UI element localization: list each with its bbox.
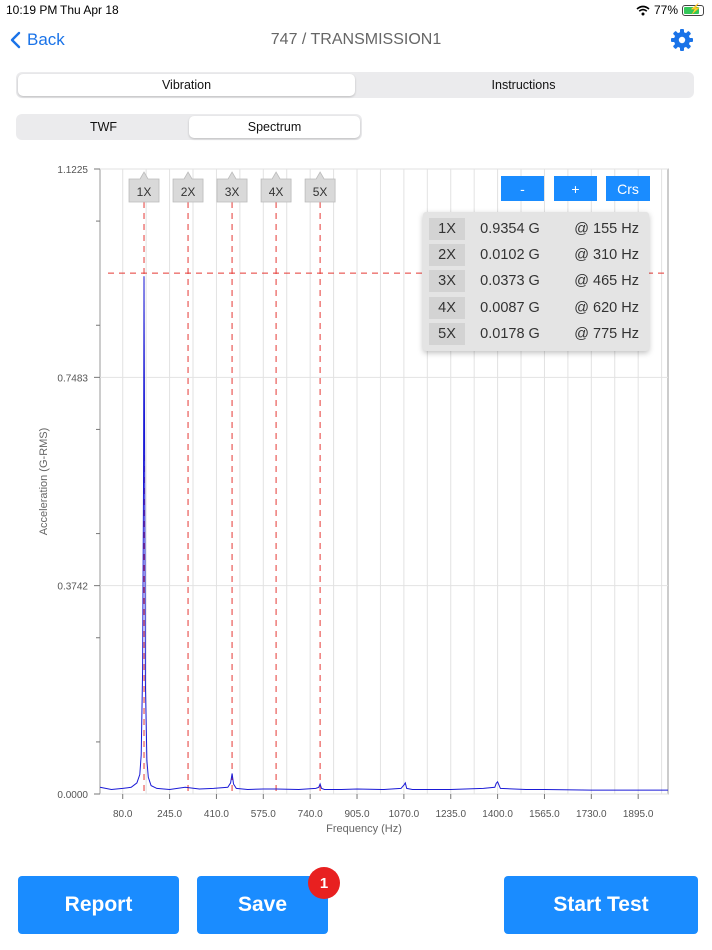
harmonic-label: 5X [429, 322, 465, 345]
harmonics-table: 1X 0.9354 G @ 155 Hz 2X 0.0102 G @ 310 H… [423, 212, 649, 351]
harmonic-amplitude: 0.0087 G [480, 299, 540, 316]
harmonic-frequency: @ 620 Hz [574, 299, 639, 316]
table-row: 5X 0.0178 G @ 775 Hz [429, 321, 643, 347]
table-row: 2X 0.0102 G @ 310 Hz [429, 242, 643, 268]
harmonic-frequency: @ 310 Hz [574, 247, 639, 264]
harmonic-amplitude: 0.0102 G [480, 247, 540, 264]
y-tick-label: 0.3742 [57, 582, 88, 593]
x-tick-label: 1235.0 [435, 809, 466, 820]
table-row: 4X 0.0087 G @ 620 Hz [429, 295, 643, 321]
x-axis-label: Frequency (Hz) [326, 823, 402, 835]
harmonic-label: 3X [429, 270, 465, 293]
table-row: 3X 0.0373 G @ 465 Hz [429, 268, 643, 294]
zoom-in-button[interactable]: + [554, 176, 597, 201]
x-tick-label: 1730.0 [576, 809, 607, 820]
save-count-badge: 1 [308, 867, 340, 899]
x-tick-label: 1565.0 [529, 809, 560, 820]
status-right: 77% ⚡ [636, 3, 704, 17]
table-row: 1X 0.9354 G @ 155 Hz [429, 216, 643, 242]
harmonic-frequency: @ 155 Hz [574, 221, 639, 238]
x-tick-label: 575.0 [251, 809, 276, 820]
sub-tabs: TWF Spectrum [16, 114, 362, 140]
x-tick-label: 905.0 [345, 809, 370, 820]
harmonic-amplitude: 0.0373 G [480, 273, 540, 290]
tab-instructions[interactable]: Instructions [355, 74, 692, 96]
report-button[interactable]: Report [18, 876, 179, 934]
x-tick-label: 410.0 [204, 809, 229, 820]
x-tick-label: 1070.0 [389, 809, 420, 820]
harmonic-label: 2X [429, 244, 465, 267]
harmonic-label: 4X [429, 296, 465, 319]
start-test-button[interactable]: Start Test [504, 876, 698, 934]
status-time: 10:19 PM [6, 3, 58, 17]
tab-twf[interactable]: TWF [18, 116, 189, 138]
y-tick-label: 1.1225 [57, 165, 88, 176]
x-tick-label: 740.0 [298, 809, 323, 820]
gear-icon[interactable] [670, 28, 694, 52]
harmonic-frequency: @ 465 Hz [574, 273, 639, 290]
wifi-icon [636, 5, 650, 15]
x-tick-label: 1895.0 [623, 809, 654, 820]
battery-icon: ⚡ [682, 4, 704, 16]
status-date: Thu Apr 18 [60, 3, 119, 17]
zoom-out-button[interactable]: - [501, 176, 544, 201]
x-tick-label: 245.0 [157, 809, 182, 820]
harmonic-marker-label: 1X [137, 185, 152, 199]
battery-percent: 77% [653, 3, 678, 17]
x-tick-label: 80.0 [113, 809, 133, 820]
tab-vibration[interactable]: Vibration [18, 74, 355, 96]
harmonic-frequency: @ 775 Hz [574, 325, 639, 342]
tab-spectrum[interactable]: Spectrum [189, 116, 360, 138]
y-tick-label: 0.0000 [57, 790, 88, 801]
harmonic-amplitude: 0.0178 G [480, 325, 540, 342]
nav-bar: Back 747 / TRANSMISSION1 [0, 24, 712, 58]
harmonic-marker-label: 2X [181, 185, 196, 199]
harmonic-amplitude: 0.9354 G [480, 221, 540, 238]
cursor-button[interactable]: Crs [606, 176, 650, 201]
harmonic-marker-label: 4X [269, 185, 284, 199]
y-axis-label: Acceleration (G-RMS) [38, 428, 50, 536]
status-bar: 10:19 PM Thu Apr 18 77% ⚡ [0, 0, 712, 20]
harmonic-label: 1X [429, 218, 465, 241]
x-tick-label: 1400.0 [482, 809, 513, 820]
main-tabs: Vibration Instructions [16, 72, 694, 98]
harmonic-marker-label: 3X [225, 185, 240, 199]
y-tick-label: 0.7483 [57, 373, 88, 384]
page-title: 747 / TRANSMISSION1 [270, 31, 442, 48]
harmonic-marker-label: 5X [313, 185, 328, 199]
